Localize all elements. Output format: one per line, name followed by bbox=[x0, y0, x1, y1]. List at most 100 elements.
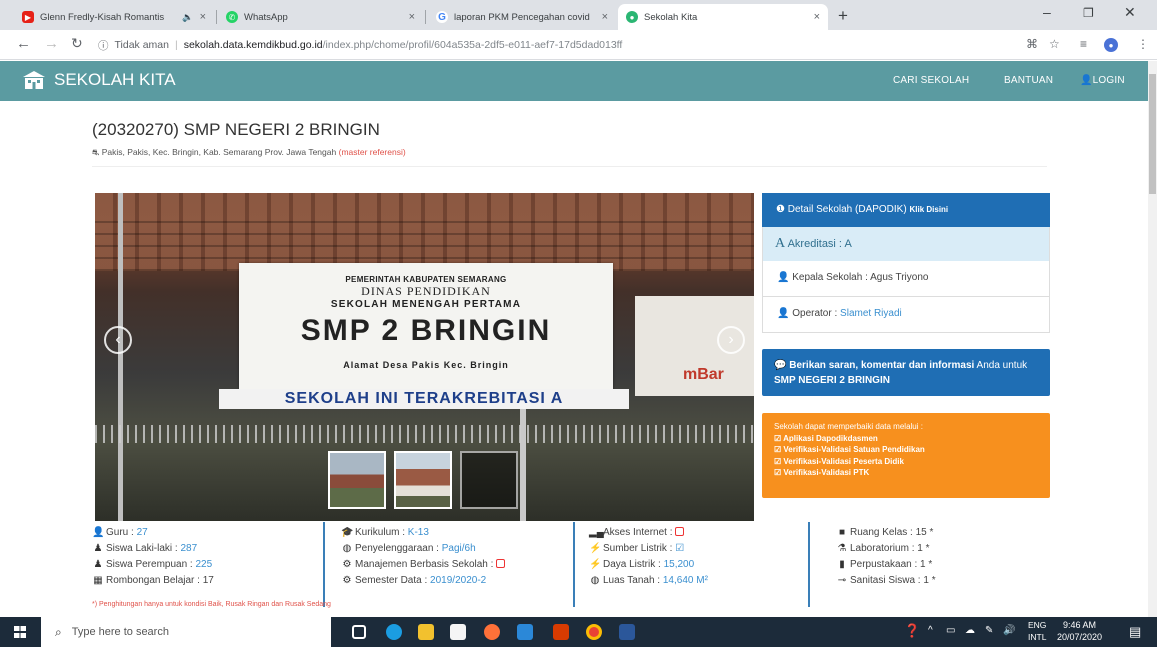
office-icon[interactable] bbox=[553, 624, 569, 640]
volume-icon[interactable]: 🔊 bbox=[1003, 625, 1015, 636]
lightning-icon: ⚡ bbox=[589, 559, 602, 570]
reading-list-icon[interactable]: ≡ bbox=[1080, 37, 1087, 51]
saran-school: SMP NEGERI 2 BRINGIN bbox=[774, 375, 890, 386]
master-referensi-link[interactable]: (master referensi) bbox=[339, 147, 406, 157]
nav-bantuan[interactable]: BANTUAN bbox=[1004, 75, 1053, 86]
notification-icon[interactable]: ▤ bbox=[1129, 624, 1141, 640]
tab-title: Sekolah Kita bbox=[644, 11, 698, 23]
stat-kurikulum: 🎓 Kurikulum : K-13 bbox=[341, 525, 505, 541]
stat-sanitasi: ⊸ Sanitasi Siswa : 1 * bbox=[836, 573, 936, 589]
stat-label: Semester Data : bbox=[355, 575, 428, 586]
chevron-up-icon[interactable]: ^ bbox=[928, 625, 933, 636]
checked-box-icon: ☑ bbox=[675, 543, 685, 554]
firefox-icon[interactable] bbox=[484, 624, 500, 640]
tab-google-doc[interactable]: G laporan PKM Pencegahan covid × bbox=[428, 4, 616, 30]
windows-start-icon[interactable] bbox=[14, 626, 26, 638]
tab-youtube[interactable]: ▶ Glenn Fredly-Kisah Romantis 🔈 × bbox=[14, 4, 214, 30]
close-window-button[interactable]: ✕ bbox=[1124, 4, 1136, 21]
detail-sekolah-header[interactable]: ❶ Detail Sekolah (DAPODIK) Klik Disini bbox=[762, 193, 1050, 227]
perbaikan-data-box: Sekolah dapat memperbaiki data melalui :… bbox=[762, 413, 1050, 498]
speaker-icon[interactable]: 🔈 bbox=[182, 12, 193, 23]
pen-icon[interactable]: ✎ bbox=[985, 625, 993, 636]
forward-arrow-icon[interactable]: → bbox=[44, 35, 59, 52]
close-icon[interactable]: × bbox=[200, 11, 206, 23]
kepala-label: Kepala Sekolah : bbox=[792, 272, 868, 283]
operator-link[interactable]: Slamet Riyadi bbox=[840, 308, 902, 319]
stat-value: 14,640 M² bbox=[662, 575, 708, 586]
dapodik-link[interactable]: ☑ Aplikasi Dapodikdasmen bbox=[774, 433, 1038, 445]
translate-icon[interactable]: ⌘ bbox=[1026, 37, 1038, 51]
carousel-next-button[interactable]: › bbox=[717, 326, 745, 354]
unchecked-box-icon bbox=[496, 559, 506, 568]
stat-luas-tanah: ◍ Luas Tanah : 14,640 M² bbox=[589, 573, 708, 589]
nav-cari-sekolah[interactable]: CARI SEKOLAH bbox=[893, 75, 969, 86]
minimize-button[interactable]: – bbox=[1043, 4, 1051, 20]
url-input[interactable]: ⓘ Tidak aman | sekolah.data.kemdikbud.go… bbox=[98, 34, 998, 56]
profile-avatar[interactable]: ● bbox=[1104, 38, 1118, 52]
help-icon[interactable]: ❓ bbox=[904, 623, 920, 639]
nav-login[interactable]: 👤LOGIN bbox=[1080, 75, 1125, 86]
verval-sp-link[interactable]: ☑ Verifikasi-Validasi Satuan Pendidikan bbox=[774, 444, 1038, 456]
chrome-icon[interactable] bbox=[586, 624, 602, 640]
clock-date: 20/07/2020 bbox=[1057, 632, 1103, 642]
cloud-icon[interactable]: ☁ bbox=[965, 625, 975, 636]
photo-carousel[interactable]: mBar PEMERINTAH KABUPATEN SEMARANG DINAS… bbox=[95, 193, 754, 521]
sekolah-kita-favicon: ● bbox=[626, 11, 638, 23]
back-arrow-icon[interactable]: ← bbox=[16, 35, 31, 52]
close-icon[interactable]: × bbox=[814, 11, 820, 23]
carousel-thumbnail[interactable] bbox=[460, 451, 518, 509]
url-path: /index.php/chome/profil/604a535a-2df5-e0… bbox=[322, 39, 623, 51]
reload-icon[interactable]: ↻ bbox=[71, 35, 83, 52]
task-view-icon[interactable] bbox=[352, 625, 366, 639]
scrollbar-thumb[interactable] bbox=[1149, 74, 1156, 194]
close-icon[interactable]: × bbox=[602, 11, 608, 23]
bookmark-star-icon[interactable]: ☆ bbox=[1049, 37, 1060, 51]
stat-value: 1 * bbox=[923, 575, 936, 586]
address-bar-row: ← → ↻ ⓘ Tidak aman | sekolah.data.kemdik… bbox=[0, 30, 1157, 60]
stat-label: Siswa Laki-laki : bbox=[106, 543, 178, 554]
network-icon[interactable]: ▭ bbox=[946, 625, 955, 636]
mail-icon[interactable] bbox=[517, 624, 533, 640]
site-brand[interactable]: SEKOLAH KITA bbox=[22, 70, 176, 90]
new-tab-button[interactable]: + bbox=[838, 6, 848, 26]
tab-whatsapp[interactable]: ✆ WhatsApp × bbox=[218, 4, 423, 30]
file-explorer-icon[interactable] bbox=[418, 624, 434, 640]
stat-value: Pagi/6h bbox=[441, 543, 476, 554]
user-icon: 👤 bbox=[777, 272, 790, 283]
stat-label: Daya Listrik : bbox=[603, 559, 661, 570]
saran-button[interactable]: 💬 Berikan saran, komentar dan informasi … bbox=[762, 349, 1050, 396]
stats-column-3: ▂▄Akses Internet : ⚡ Sumber Listrik : ☑ ⚡… bbox=[589, 525, 708, 589]
word-icon[interactable] bbox=[619, 624, 635, 640]
external-link-icon: ☑ bbox=[774, 456, 784, 466]
sign-school-name: SMP 2 BRINGIN bbox=[300, 314, 552, 347]
verval-pd-link[interactable]: ☑ Verifikasi-Validasi Peserta Didik bbox=[774, 456, 1038, 468]
info-icon[interactable]: ⓘ bbox=[98, 38, 109, 53]
store-icon[interactable] bbox=[450, 624, 466, 640]
page-scrollbar[interactable] bbox=[1148, 61, 1157, 617]
photo-pole bbox=[118, 193, 123, 521]
footnote: *) Penghitungan hanya untuk kondisi Baik… bbox=[92, 601, 331, 608]
carousel-thumbnail[interactable] bbox=[394, 451, 452, 509]
signal-bars-icon: ▂▄ bbox=[589, 527, 604, 538]
accreditation-icon: A bbox=[775, 236, 786, 251]
edge-icon[interactable] bbox=[386, 624, 402, 640]
stat-label: Rombongan Belajar : bbox=[106, 575, 200, 586]
menu-dots-icon[interactable]: ⋮ bbox=[1137, 37, 1149, 51]
carousel-thumbnail[interactable] bbox=[328, 451, 386, 509]
stat-value: 2019/2020-2 bbox=[430, 575, 487, 586]
close-icon[interactable]: × bbox=[409, 11, 415, 23]
tab-sekolah-kita[interactable]: ● Sekolah Kita × bbox=[618, 4, 828, 30]
photo-side-banner-text: mBar bbox=[683, 366, 724, 383]
kepala-value: Agus Triyono bbox=[870, 272, 929, 283]
sign-line: DINAS PENDIDIKAN bbox=[361, 284, 491, 298]
brand-name: SEKOLAH KITA bbox=[54, 70, 176, 89]
browser-tabstrip: ▶ Glenn Fredly-Kisah Romantis 🔈 × ✆ What… bbox=[0, 0, 1157, 30]
taskbar-search-input[interactable]: ⌕ Type here to search bbox=[41, 617, 331, 647]
restore-button[interactable]: ❐ bbox=[1083, 6, 1094, 20]
lang-code: ENG bbox=[1028, 620, 1047, 630]
taskbar-clock[interactable]: 9:46 AM 20/07/2020 bbox=[1057, 619, 1102, 643]
carousel-prev-button[interactable]: ‹ bbox=[104, 326, 132, 354]
verval-ptk-link[interactable]: ☑ Verifikasi-Validasi PTK bbox=[774, 467, 1038, 479]
language-indicator[interactable]: ENG INTL bbox=[1028, 619, 1046, 643]
detail-link[interactable]: Klik Disini bbox=[909, 205, 948, 214]
